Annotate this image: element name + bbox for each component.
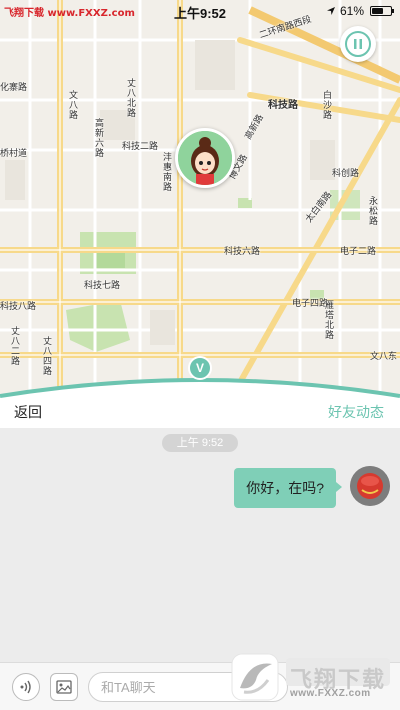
road-label: 高新六路	[93, 118, 103, 158]
chat-area[interactable]: 上午 9:52 你好，在吗?	[0, 428, 400, 662]
location-arrow-icon	[326, 7, 335, 15]
user-avatar-icon	[350, 466, 390, 506]
friend-feed-link[interactable]: 好友动态	[328, 402, 384, 422]
map-roads	[0, 0, 400, 400]
road-label: 科技二路	[122, 142, 159, 152]
battery-icon	[370, 6, 394, 16]
image-icon	[56, 680, 72, 694]
road-label: 沣惠南路	[161, 152, 171, 192]
road-label: 科技八路	[0, 302, 37, 312]
voice-button[interactable]	[12, 673, 40, 701]
road-label: 科技六路	[224, 247, 261, 257]
road-label: 科技路	[268, 100, 298, 111]
image-button[interactable]	[50, 673, 78, 701]
friend-location-avatar[interactable]	[175, 128, 235, 188]
road-label: 永松路	[367, 196, 377, 226]
road-label: 雁塔北路	[323, 300, 333, 340]
girl-avatar-icon	[178, 131, 232, 185]
chat-timestamp: 上午 9:52	[162, 434, 238, 452]
voice-icon	[20, 680, 31, 694]
watermark-url: www.FXXZ.com	[290, 688, 371, 699]
status-bar: 飞翔下载 www.FXXZ.com 上午9:52 61%	[0, 0, 400, 22]
road-label: 科技七路	[84, 281, 121, 291]
road-label: 化寨路	[0, 83, 28, 93]
map-view[interactable]: 二环南路西段 科技路 科技二路 科技六路 科技七路 科技八路 科创路 电子二路 …	[0, 0, 400, 400]
back-button[interactable]: 返回	[14, 402, 42, 422]
road-label: 丈八北路	[125, 78, 135, 118]
road-label: 电子二路	[340, 247, 377, 257]
message-bubble-sent[interactable]: 你好，在吗?	[234, 468, 342, 508]
pause-button[interactable]	[340, 26, 376, 62]
watermark-logo: 飞翔下载 www.FXXZ.com	[228, 650, 394, 706]
battery-percent: 61%	[339, 4, 364, 18]
road-label: 白沙路	[321, 90, 331, 120]
road-label: 桥村道	[0, 149, 28, 159]
road-label: 文八路	[67, 90, 77, 120]
location-v-marker[interactable]: V	[188, 356, 212, 380]
road-label: 科创路	[332, 169, 360, 179]
pause-icon	[345, 31, 371, 57]
panel-header: 返回 好友动态	[0, 398, 400, 428]
my-avatar[interactable]	[350, 466, 390, 506]
